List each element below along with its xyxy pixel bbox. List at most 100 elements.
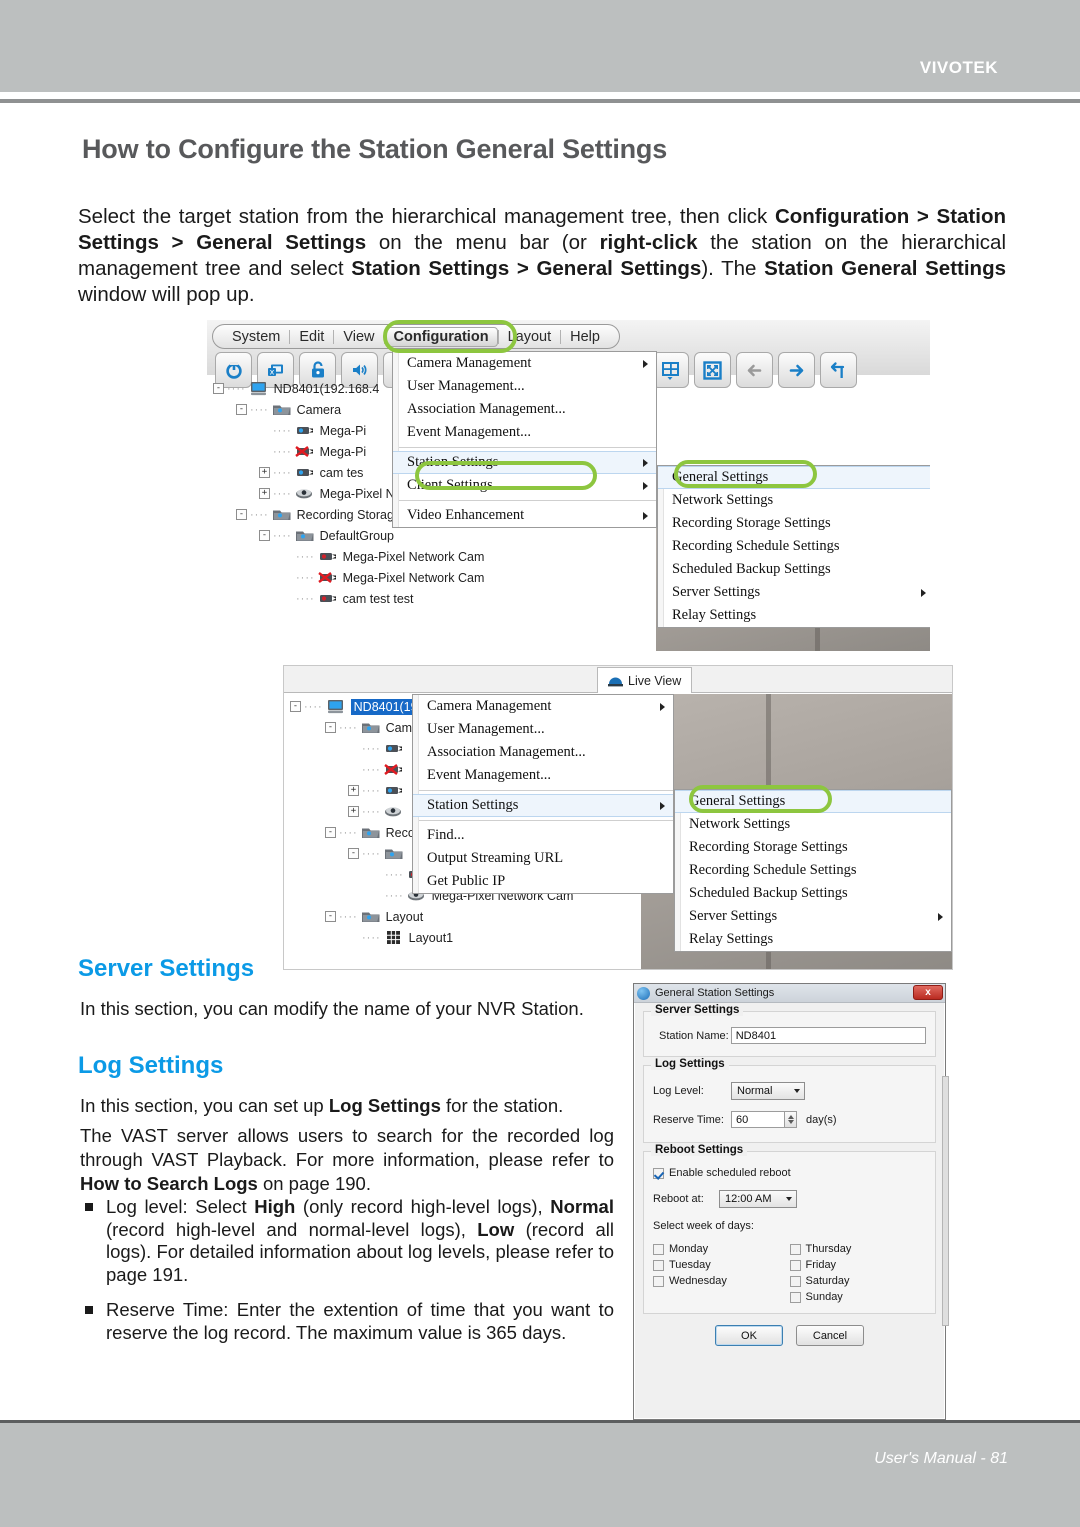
station-settings-submenu[interactable]: General Settings Network Settings Recordin… [657, 465, 930, 628]
day-checkbox-row[interactable]: Friday [789, 1259, 927, 1271]
menu-item-label: Server Settings [672, 584, 761, 600]
day-label: Thursday [805, 1243, 852, 1255]
menu-item-label: Server Settings [689, 908, 778, 924]
menu-item[interactable]: Server Settings [658, 581, 930, 604]
menu-item[interactable]: Server Settings [675, 905, 951, 928]
computer-icon [249, 381, 269, 396]
menu-item[interactable]: Get Public IP [413, 870, 673, 893]
reserve-time-stepper[interactable] [785, 1111, 797, 1128]
reserve-time-input[interactable]: 60 [731, 1111, 785, 1128]
day-checkbox-thursday[interactable] [789, 1243, 801, 1255]
tree-expander[interactable]: - [236, 509, 247, 520]
day-checkbox-tuesday[interactable] [653, 1259, 664, 1271]
day-checkbox-sunday[interactable] [789, 1291, 801, 1303]
tree-expander[interactable]: - [259, 530, 270, 541]
context-menu[interactable]: Camera Management User Management... Assoc… [412, 694, 674, 894]
menu-item[interactable]: Association Management... [413, 741, 673, 764]
menu-item-system[interactable]: System [223, 327, 289, 347]
menu-item[interactable]: User Management... [393, 375, 656, 398]
tree-item[interactable]: - ···· Layout [302, 906, 573, 927]
tree-item[interactable]: ···· Mega-Pixel Network Cam [213, 546, 494, 567]
layout-grid-icon[interactable] [652, 352, 689, 388]
menu-item[interactable]: Relay Settings [658, 604, 930, 627]
tree-expander[interactable]: - [236, 404, 247, 415]
menu-item[interactable]: Scheduled Backup Settings [658, 558, 930, 581]
tree-expander[interactable]: - [348, 848, 359, 859]
menu-item[interactable]: Camera Management [393, 352, 656, 375]
menu-item[interactable]: Recording Schedule Settings [658, 535, 930, 558]
tree-item[interactable]: ···· cam test test [213, 588, 494, 609]
tree-item-label: Mega-Pixel Network Cam [342, 570, 485, 585]
day-checkbox-row[interactable]: Wednesday [653, 1275, 790, 1287]
folder-icon [361, 909, 381, 924]
enable-scheduled-reboot-row[interactable]: Enable scheduled reboot [653, 1167, 926, 1179]
tree-expander[interactable]: - [325, 722, 336, 733]
menu-item[interactable]: General Settings [658, 466, 930, 489]
menu-item[interactable]: Recording Storage Settings [675, 836, 951, 859]
tree-expander[interactable]: - [213, 383, 224, 394]
menu-item[interactable]: General Settings [675, 790, 951, 813]
menu-item[interactable]: Event Management... [413, 764, 673, 787]
ok-button[interactable]: OK [715, 1325, 783, 1346]
day-checkbox-wednesday[interactable] [653, 1275, 664, 1287]
tab-live-view[interactable]: Live View [597, 667, 693, 693]
day-checkbox-friday[interactable] [789, 1259, 801, 1271]
menu-item[interactable]: Camera Management [413, 695, 673, 718]
day-checkbox-row[interactable]: Monday [653, 1243, 790, 1255]
menu-item[interactable]: Event Management... [393, 421, 656, 444]
tree-expander[interactable]: - [290, 701, 301, 712]
tree-expander[interactable]: + [259, 467, 270, 478]
tree-item[interactable]: ···· Layout1 [302, 927, 573, 948]
menu-item[interactable]: Association Management... [393, 398, 656, 421]
bullet-list: Log level: Select High (only record high… [80, 1196, 614, 1357]
tree-expander[interactable]: - [325, 911, 336, 922]
stepper-up-icon[interactable] [787, 1115, 794, 1119]
menu-item[interactable]: User Management... [413, 718, 673, 741]
stepper-down-icon[interactable] [787, 1120, 794, 1124]
tree-item[interactable]: - ···· DefaultGroup [213, 525, 494, 546]
day-checkbox-saturday[interactable] [789, 1275, 801, 1287]
tree-item[interactable]: ···· Mega-Pixel Network Cam [213, 567, 494, 588]
menu-item[interactable]: Network Settings [658, 489, 930, 512]
menu-item-layout[interactable]: Layout [499, 327, 561, 347]
station-settings-submenu-2[interactable]: General Settings Network Settings Recordin… [674, 789, 952, 952]
menu-item[interactable]: Recording Storage Settings [658, 512, 930, 535]
menu-item[interactable]: Video Enhancement [393, 504, 656, 527]
close-icon[interactable]: x [913, 985, 943, 1000]
menu-item-label: Recording Schedule Settings [672, 538, 840, 554]
menu-item-help[interactable]: Help [561, 327, 609, 347]
tree-expander[interactable]: + [348, 785, 359, 796]
forward-arrow-icon[interactable] [778, 352, 815, 388]
tree-expander[interactable]: + [348, 806, 359, 817]
page-title: How to Configure the Station General Set… [82, 134, 668, 164]
day-checkbox-row[interactable]: Saturday [789, 1275, 927, 1287]
day-checkbox-monday[interactable] [653, 1243, 664, 1255]
reboot-at-select[interactable]: 12:00 AM [719, 1190, 797, 1208]
menu-item[interactable]: Client Settings [393, 474, 656, 497]
menu-item[interactable]: Find... [413, 824, 673, 847]
menu-item[interactable]: Scheduled Backup Settings [675, 882, 951, 905]
menu-item[interactable]: Relay Settings [675, 928, 951, 951]
enable-scheduled-reboot-checkbox[interactable] [653, 1167, 664, 1179]
app-menu-bar[interactable]: System Edit View Configuration Layout Help [212, 324, 620, 349]
menu-item-edit[interactable]: Edit [290, 327, 333, 347]
cancel-button[interactable]: Cancel [796, 1325, 864, 1346]
menu-item[interactable]: Station Settings [393, 451, 656, 474]
menu-item[interactable]: Output Streaming URL [413, 847, 673, 870]
menu-item-configuration[interactable]: Configuration [384, 326, 498, 347]
configuration-dropdown-menu[interactable]: Camera Management User Management... Assoc… [392, 351, 657, 528]
day-checkbox-row[interactable]: Sunday [789, 1291, 927, 1303]
menu-item[interactable]: Network Settings [675, 813, 951, 836]
fullscreen-icon[interactable] [694, 352, 731, 388]
dialog-scrollbar[interactable] [942, 1076, 949, 1326]
tree-expander[interactable]: - [325, 827, 336, 838]
menu-item-view[interactable]: View [334, 327, 383, 347]
station-name-input[interactable]: ND8401 [730, 1027, 926, 1044]
menu-item[interactable]: Recording Schedule Settings [675, 859, 951, 882]
day-checkbox-row[interactable]: Tuesday [653, 1259, 790, 1271]
menu-item[interactable]: Station Settings [413, 794, 673, 817]
logout-icon[interactable] [820, 352, 857, 388]
day-checkbox-row[interactable]: Thursday [789, 1243, 927, 1255]
log-level-select[interactable]: Normal [731, 1082, 805, 1100]
tree-expander[interactable]: + [259, 488, 270, 499]
